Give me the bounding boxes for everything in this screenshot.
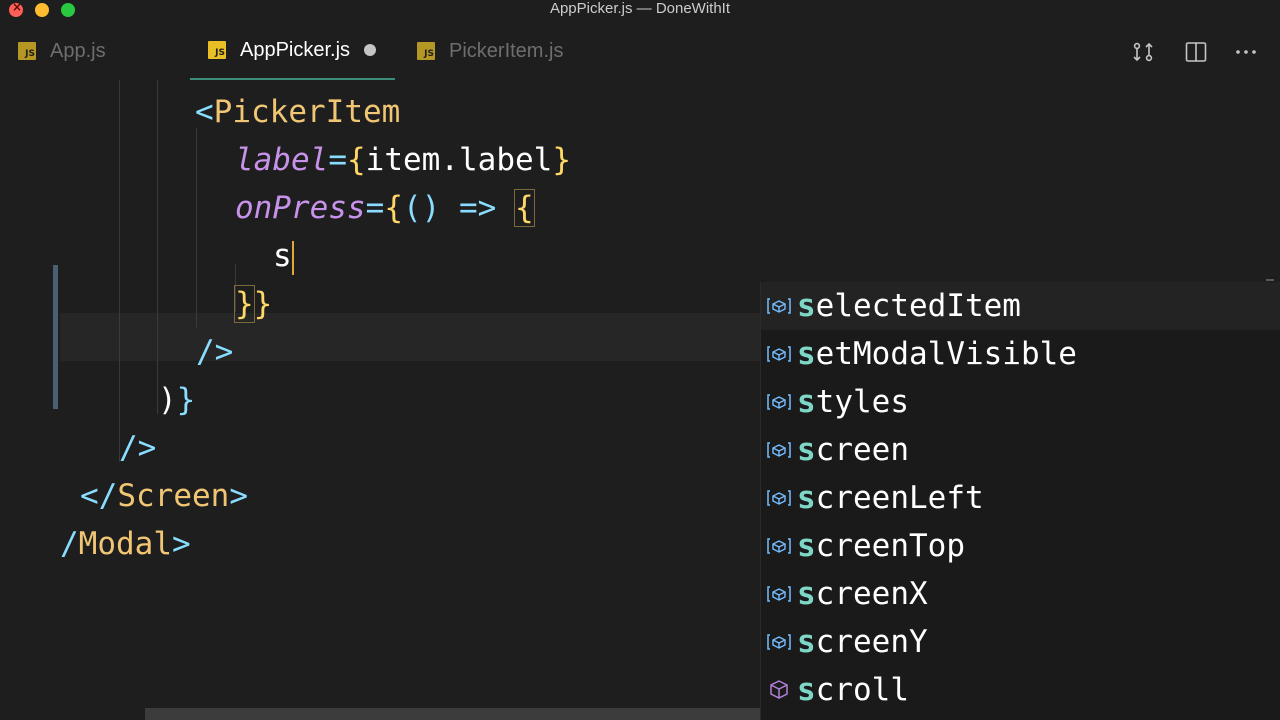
code-line[interactable]: <PickerItem	[195, 88, 400, 136]
code-line[interactable]: }}	[234, 280, 273, 328]
suggestion-label: croll	[815, 672, 909, 708]
jsx-bracket: >	[172, 526, 191, 562]
code-line[interactable]: )}	[158, 376, 195, 424]
jsx-self-close: />	[119, 430, 157, 466]
suggestion-match: s	[797, 672, 816, 708]
suggestion-label: creenTop	[815, 528, 965, 564]
brace: }	[552, 142, 571, 178]
method-cube-icon	[761, 679, 797, 701]
arrow: =>	[440, 190, 515, 226]
compare-changes-icon[interactable]	[1131, 40, 1155, 64]
matched-brace: {	[514, 189, 535, 227]
jsx-self-close: />	[196, 334, 234, 370]
variable-icon	[761, 489, 797, 507]
modified-lines-gutter-marker	[53, 265, 58, 409]
suggestion-label: electedItem	[815, 288, 1021, 324]
jsx-bracket: </	[80, 478, 118, 514]
suggestion-match: s	[797, 624, 816, 660]
code-line[interactable]: />	[119, 424, 156, 472]
js-file-icon: JS	[417, 42, 435, 60]
jsx-tag-name: PickerItem	[213, 94, 401, 130]
brace: }	[176, 382, 196, 418]
indent-guide	[157, 80, 158, 414]
jsx-bracket: <	[195, 94, 214, 130]
suggestion-item[interactable]: s etModalVisible	[761, 330, 1280, 378]
suggestion-label: tyles	[815, 384, 909, 420]
unsaved-changes-dot-icon[interactable]	[364, 44, 377, 56]
equals-sign: =	[365, 190, 385, 226]
title-bar: AppPicker.js — DoneWithIt	[0, 0, 1280, 22]
indent-guide	[196, 128, 197, 328]
jsx-bracket: /	[60, 526, 79, 562]
suggestion-label: etModalVisible	[815, 336, 1077, 372]
jsx-attribute: onPress	[235, 190, 366, 226]
more-actions-icon[interactable]	[1234, 40, 1258, 64]
jsx-bracket: >	[229, 478, 248, 514]
suggestion-match: s	[797, 432, 816, 468]
js-file-icon: JS	[208, 41, 226, 59]
code-line[interactable]: /Modal>	[60, 520, 191, 568]
variable-icon	[761, 345, 797, 363]
suggestion-item[interactable]: s creenY	[761, 618, 1280, 666]
code-line[interactable]: />	[196, 328, 233, 376]
variable-icon	[761, 537, 797, 555]
horizontal-scrollbar[interactable]	[145, 708, 760, 720]
tab-label: AppPicker.js	[240, 38, 351, 61]
window-title: AppPicker.js — DoneWithIt	[549, 0, 731, 17]
variable-icon	[761, 585, 797, 603]
variable-icon	[761, 297, 797, 315]
equals-sign: =	[328, 142, 347, 178]
tab-label: App.js	[50, 39, 106, 62]
suggestion-label: creenY	[815, 624, 928, 660]
brace: }	[253, 286, 273, 322]
suggestion-item[interactable]: s creen	[761, 426, 1280, 474]
editor-tab-bar: JS App.js JS AppPicker.js JS PickerItem.…	[0, 22, 1280, 80]
indent-guide	[119, 80, 120, 462]
typed-text: s	[273, 238, 292, 274]
variable-icon	[761, 393, 797, 411]
suggestion-match: s	[797, 576, 816, 612]
variable-icon	[761, 633, 797, 651]
js-file-icon: JS	[18, 42, 36, 60]
suggestion-item[interactable]: s creenTop	[761, 522, 1280, 570]
tab-apppicker-js[interactable]: JS AppPicker.js	[190, 22, 395, 80]
split-editor-icon[interactable]	[1184, 40, 1208, 64]
suggestion-item[interactable]: s croll	[761, 666, 1280, 714]
suggestion-match: s	[797, 336, 816, 372]
suggestion-match: s	[797, 288, 816, 324]
code-line[interactable]: label={item.label}	[235, 136, 571, 184]
brace: {	[384, 190, 403, 226]
overview-ruler-marker	[1266, 279, 1274, 281]
variable-icon	[761, 441, 797, 459]
suggestion-item[interactable]: s creenLeft	[761, 474, 1280, 522]
suggestion-match: s	[797, 384, 816, 420]
suggestion-label: creen	[815, 432, 909, 468]
code-line[interactable]: </Screen>	[80, 472, 248, 520]
matched-brace: }	[234, 285, 255, 323]
paren: )	[158, 382, 177, 418]
text-cursor	[291, 240, 294, 275]
jsx-tag-name: Modal	[78, 526, 172, 562]
suggestion-item[interactable]: s electedItem	[761, 282, 1280, 330]
tab-pickeritem-js[interactable]: JS PickerItem.js	[417, 22, 563, 80]
autocomplete-suggestions: s electedItem s etModalVisible s tyles s cre…	[760, 282, 1280, 720]
suggestion-match: s	[797, 528, 816, 564]
suggestion-item[interactable]: s tyles	[761, 378, 1280, 426]
suggestion-label: creenX	[815, 576, 928, 612]
brace: {	[347, 142, 366, 178]
jsx-attribute: label	[235, 142, 329, 178]
code-line[interactable]: s	[273, 232, 294, 280]
suggestion-match: s	[797, 480, 816, 516]
tab-label: PickerItem.js	[449, 39, 564, 62]
suggestion-label: creenLeft	[815, 480, 984, 516]
tab-app-js[interactable]: JS App.js	[18, 22, 106, 80]
jsx-tag-name: Screen	[117, 478, 230, 514]
suggestion-item[interactable]: s creenX	[761, 570, 1280, 618]
expression: item.label	[365, 142, 553, 178]
params: ()	[403, 190, 441, 226]
code-line[interactable]: onPress={() => {	[235, 184, 535, 232]
